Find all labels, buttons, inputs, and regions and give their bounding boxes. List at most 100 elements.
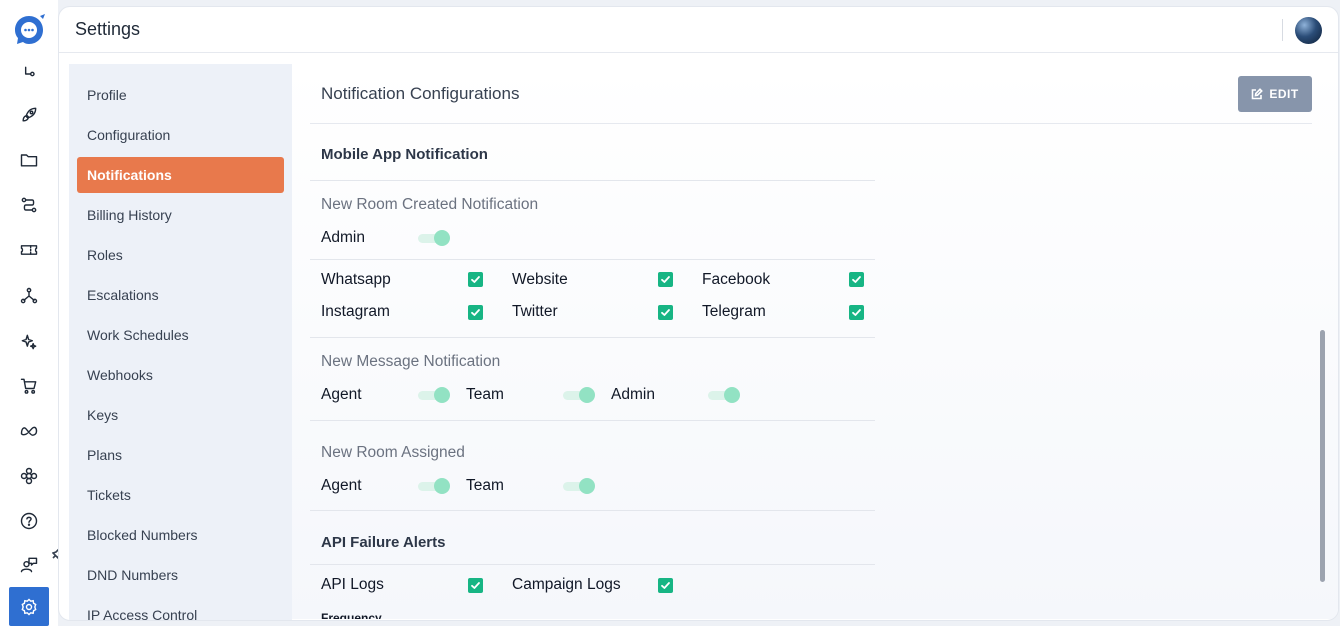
nav-item-billing-history[interactable]: Billing History (77, 197, 284, 233)
campaign-logs-label: Campaign Logs (512, 576, 621, 593)
settings-nav: Profile Configuration Notifications Bill… (69, 64, 292, 621)
ai-icon[interactable] (17, 464, 41, 488)
ticket-icon[interactable] (17, 238, 41, 262)
nav-item-roles[interactable]: Roles (77, 237, 284, 273)
nav-item-profile[interactable]: Profile (77, 77, 284, 113)
content-scrollbar[interactable] (1320, 330, 1325, 582)
nav-item-dnd-numbers[interactable]: DND Numbers (77, 557, 284, 593)
api-failure-section-title: API Failure Alerts (321, 534, 446, 551)
nav-item-label: IP Access Control (87, 607, 198, 621)
nav-item-label: Escalations (87, 287, 159, 303)
meta-icon[interactable] (17, 419, 41, 443)
nav-item-escalations[interactable]: Escalations (77, 277, 284, 313)
whatsapp-checkbox[interactable] (468, 272, 483, 287)
nav-item-label: Roles (87, 247, 123, 263)
new-message-agent-toggle[interactable] (418, 387, 450, 403)
facebook-checkbox[interactable] (849, 272, 864, 287)
nav-item-label: Profile (87, 87, 127, 103)
new-message-admin-toggle[interactable] (708, 387, 740, 403)
content-title: Notification Configurations (321, 84, 520, 103)
new-message-team-label: Team (466, 386, 504, 403)
divider (310, 420, 875, 421)
assigned-agent-label: Agent (321, 477, 362, 494)
divider (310, 564, 875, 565)
nav-item-label: Work Schedules (87, 327, 189, 343)
campaign-logs-checkbox[interactable] (658, 578, 673, 593)
instagram-checkbox[interactable] (468, 305, 483, 320)
nav-item-label: DND Numbers (87, 567, 179, 583)
nav-item-label: Plans (87, 447, 123, 463)
check-icon (852, 309, 861, 316)
chat-logo-icon[interactable] (13, 14, 45, 46)
workflow-icon[interactable] (17, 193, 41, 217)
nav-item-label: Billing History (87, 207, 172, 223)
check-icon (661, 276, 670, 283)
rocket-icon[interactable] (17, 103, 41, 127)
network-icon[interactable] (17, 284, 41, 308)
new-message-title: New Message Notification (321, 353, 501, 370)
cart-icon[interactable] (17, 374, 41, 398)
channel-twitter-label: Twitter (512, 303, 558, 320)
new-message-team-toggle[interactable] (563, 387, 595, 403)
divider (310, 180, 875, 181)
edit-icon (1252, 88, 1264, 100)
flow-icon[interactable] (17, 62, 41, 86)
frequency-label: Frequency (321, 611, 382, 619)
main-frame: Settings Profile Configuration Notificat… (58, 6, 1339, 621)
channel-instagram-label: Instagram (321, 303, 390, 320)
channel-facebook-label: Facebook (702, 271, 771, 288)
assigned-agent-toggle[interactable] (418, 478, 450, 494)
check-icon (471, 582, 480, 589)
page-title: Settings (75, 19, 141, 39)
edit-button-label: EDIT (1269, 87, 1299, 101)
channel-website-label: Website (512, 271, 568, 288)
assigned-team-label: Team (466, 477, 504, 494)
new-room-created-title: New Room Created Notification (321, 196, 539, 213)
top-bar: Settings (59, 7, 1338, 53)
assigned-team-toggle[interactable] (563, 478, 595, 494)
nav-item-configuration[interactable]: Configuration (77, 117, 284, 153)
twitter-checkbox[interactable] (658, 305, 673, 320)
nav-item-label: Configuration (87, 127, 171, 143)
nav-item-tickets[interactable]: Tickets (77, 477, 284, 513)
notification-content: Notification Configurations EDIT Mobile … (292, 64, 1338, 619)
help-icon[interactable] (17, 509, 41, 533)
nav-item-label: Notifications (87, 167, 172, 183)
new-message-admin-label: Admin (611, 386, 655, 403)
api-logs-checkbox[interactable] (468, 578, 483, 593)
check-icon (471, 276, 480, 283)
new-room-admin-toggle[interactable] (418, 230, 450, 246)
nav-item-label: Tickets (87, 487, 131, 503)
edit-button[interactable]: EDIT (1238, 76, 1312, 112)
avatar[interactable] (1295, 17, 1322, 44)
nav-item-blocked-numbers[interactable]: Blocked Numbers (77, 517, 284, 553)
nav-item-work-schedules[interactable]: Work Schedules (77, 317, 284, 353)
nav-item-label: Blocked Numbers (87, 527, 198, 543)
sparkle-icon[interactable] (17, 330, 41, 354)
divider (310, 337, 875, 338)
check-icon (661, 582, 670, 589)
nav-item-plans[interactable]: Plans (77, 437, 284, 473)
new-message-agent-label: Agent (321, 386, 362, 403)
check-icon (852, 276, 861, 283)
icon-rail (0, 0, 58, 626)
telegram-checkbox[interactable] (849, 305, 864, 320)
channel-telegram-label: Telegram (702, 303, 766, 320)
channel-whatsapp-label: Whatsapp (321, 271, 391, 288)
divider (310, 259, 875, 260)
website-checkbox[interactable] (658, 272, 673, 287)
support-agent-icon[interactable] (17, 553, 41, 577)
topbar-divider (1282, 19, 1283, 41)
nav-item-webhooks[interactable]: Webhooks (77, 357, 284, 393)
settings-icon[interactable] (9, 587, 49, 626)
new-room-assigned-title: New Room Assigned (321, 444, 465, 461)
mobile-app-section-title: Mobile App Notification (321, 146, 488, 163)
content-header: Notification Configurations EDIT (310, 64, 1312, 124)
nav-item-keys[interactable]: Keys (77, 397, 284, 433)
api-logs-label: API Logs (321, 576, 384, 593)
check-icon (471, 309, 480, 316)
nav-item-notifications[interactable]: Notifications (77, 157, 284, 193)
new-room-admin-label: Admin (321, 229, 365, 246)
nav-item-ip-access-control[interactable]: IP Access Control (77, 597, 284, 621)
folder-icon[interactable] (17, 148, 41, 172)
